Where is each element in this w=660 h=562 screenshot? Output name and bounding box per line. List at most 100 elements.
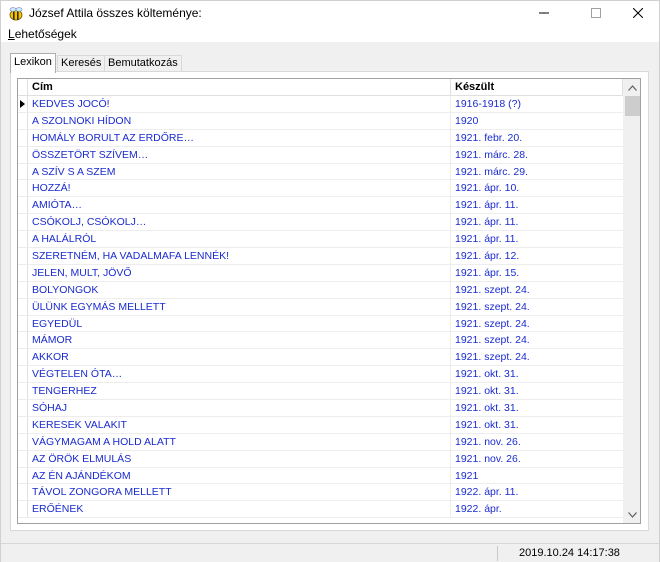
row-header[interactable] bbox=[18, 264, 28, 281]
table-row[interactable]: SÓHAJ 1921. okt. 31. bbox=[18, 400, 623, 417]
cell-date[interactable]: 1921. ápr. 12. bbox=[451, 248, 623, 264]
cell-title[interactable]: VÉGTELEN ÓTA… bbox=[28, 366, 451, 383]
cell-title[interactable]: ÜLÜNK EGYMÁS MELLETT bbox=[28, 298, 451, 315]
table-row[interactable]: AZ ÖRÖK ELMULÁS 1921. nov. 26. bbox=[18, 450, 623, 468]
table-row[interactable]: MÁMOR 1921. szept. 24. bbox=[18, 332, 623, 350]
table-row[interactable]: A SZOLNOKI HÍDON 1920 bbox=[18, 112, 623, 130]
cell-title[interactable]: HOZZÁ! bbox=[28, 180, 451, 197]
table-row[interactable]: BOLYONGOK 1921. szept. 24. bbox=[18, 281, 623, 299]
row-header[interactable] bbox=[18, 180, 28, 197]
cell-date[interactable]: 1921. okt. 31. bbox=[451, 400, 623, 416]
cell-date[interactable]: 1921. ápr. 11. bbox=[451, 214, 623, 230]
cell-date[interactable]: 1920 bbox=[451, 113, 623, 129]
scroll-up-button[interactable] bbox=[624, 79, 640, 96]
menu-lehetosegek[interactable]: Lehetőségek bbox=[8, 27, 77, 41]
cell-date[interactable]: 1921. nov. 26. bbox=[451, 434, 623, 450]
scroll-down-button[interactable] bbox=[624, 506, 640, 523]
cell-title[interactable]: JELEN, MULT, JÖVŐ bbox=[28, 264, 451, 281]
cell-date[interactable]: 1921. ápr. 11. bbox=[451, 231, 623, 247]
row-header[interactable] bbox=[18, 433, 28, 450]
tab-kereses[interactable]: Keresés bbox=[57, 55, 106, 72]
cell-date[interactable]: 1921. ápr. 15. bbox=[451, 265, 623, 281]
cell-title[interactable]: EGYEDÜL bbox=[28, 315, 451, 332]
row-header[interactable] bbox=[18, 450, 28, 467]
maximize-button[interactable] bbox=[573, 1, 619, 25]
cell-title[interactable]: KEDVES JOCÓ! bbox=[28, 96, 451, 112]
table-row[interactable]: HOZZÁ! 1921. ápr. 10. bbox=[18, 180, 623, 198]
cell-date[interactable]: 1921. szept. 24. bbox=[451, 316, 623, 332]
table-row[interactable]: ERŐÉNEK 1922. ápr. bbox=[18, 501, 623, 519]
row-header[interactable] bbox=[18, 484, 28, 501]
table-row[interactable]: AKKOR 1921. szept. 24. bbox=[18, 349, 623, 367]
cell-title[interactable]: BOLYONGOK bbox=[28, 281, 451, 298]
cell-date[interactable]: 1921. nov. 26. bbox=[451, 451, 623, 467]
cell-date[interactable]: 1921. szept. 24. bbox=[451, 299, 623, 315]
row-header[interactable] bbox=[18, 366, 28, 383]
cell-date[interactable]: 1921. szept. 24. bbox=[451, 332, 623, 348]
cell-title[interactable]: TENGERHEZ bbox=[28, 383, 451, 400]
column-header-date[interactable]: Készült bbox=[451, 79, 623, 96]
row-header[interactable] bbox=[18, 298, 28, 315]
cell-title[interactable]: A SZÍV S A SZEM bbox=[28, 163, 451, 180]
table-row[interactable]: KERESEK VALAKIT 1921. okt. 31. bbox=[18, 416, 623, 434]
cell-title[interactable]: TÁVOL ZONGORA MELLETT bbox=[28, 484, 451, 501]
cell-date[interactable]: 1916-1918 (?) bbox=[451, 96, 623, 112]
row-header[interactable] bbox=[18, 400, 28, 417]
cell-date[interactable]: 1922. ápr. bbox=[451, 501, 623, 517]
cell-date[interactable]: 1921. szept. 24. bbox=[451, 282, 623, 298]
row-header[interactable] bbox=[18, 231, 28, 248]
cell-title[interactable]: SZERETNÉM, HA VADALMAFA LENNÉK! bbox=[28, 248, 451, 265]
cell-date[interactable]: 1921. febr. 20. bbox=[451, 130, 623, 146]
table-row[interactable]: CSÓKOLJ, CSÓKOLJ… 1921. ápr. 11. bbox=[18, 214, 623, 232]
cell-date[interactable]: 1921. ápr. 11. bbox=[451, 197, 623, 213]
row-header[interactable] bbox=[18, 332, 28, 349]
cell-date[interactable]: 1922. ápr. 11. bbox=[451, 484, 623, 500]
cell-title[interactable]: SÓHAJ bbox=[28, 400, 451, 417]
cell-title[interactable]: AMIÓTA… bbox=[28, 197, 451, 214]
cell-date[interactable]: 1921 bbox=[451, 468, 623, 484]
cell-date[interactable]: 1921. okt. 31. bbox=[451, 383, 623, 399]
cell-title[interactable]: ÖSSZETÖRT SZÍVEM… bbox=[28, 146, 451, 163]
cell-title[interactable]: A HALÁLRÓL bbox=[28, 231, 451, 248]
table-row[interactable]: VÁGYMAGAM A HOLD ALATT 1921. nov. 26. bbox=[18, 433, 623, 451]
row-header[interactable] bbox=[18, 501, 28, 518]
table-row[interactable]: SZERETNÉM, HA VADALMAFA LENNÉK! 1921. ápr… bbox=[18, 248, 623, 265]
table-row[interactable]: JELEN, MULT, JÖVŐ 1921. ápr. 15. bbox=[18, 264, 623, 282]
table-row[interactable]: EGYEDÜL 1921. szept. 24. bbox=[18, 315, 623, 333]
row-header[interactable] bbox=[18, 315, 28, 332]
minimize-button[interactable] bbox=[521, 1, 567, 25]
row-header[interactable] bbox=[18, 163, 28, 180]
cell-date[interactable]: 1921. ápr. 10. bbox=[451, 180, 623, 196]
table-row[interactable]: TENGERHEZ 1921. okt. 31. bbox=[18, 383, 623, 401]
row-header[interactable] bbox=[18, 281, 28, 298]
cell-title[interactable]: AZ ÉN AJÁNDÉKOM bbox=[28, 467, 451, 484]
row-header[interactable] bbox=[18, 129, 28, 146]
table-row[interactable]: AZ ÉN AJÁNDÉKOM 1921 bbox=[18, 467, 623, 485]
cell-date[interactable]: 1921. okt. 31. bbox=[451, 417, 623, 433]
cell-title[interactable]: AKKOR bbox=[28, 349, 451, 366]
cell-title[interactable]: MÁMOR bbox=[28, 332, 451, 349]
row-header[interactable] bbox=[18, 349, 28, 366]
row-header[interactable] bbox=[18, 214, 28, 231]
table-row[interactable]: VÉGTELEN ÓTA… 1921. okt. 31. bbox=[18, 366, 623, 384]
table-row[interactable]: A SZÍV S A SZEM 1921. márc. 29. bbox=[18, 163, 623, 181]
cell-date[interactable]: 1921. szept. 24. bbox=[451, 349, 623, 365]
tab-lexikon[interactable]: Lexikon bbox=[10, 53, 56, 73]
cell-title[interactable]: KERESEK VALAKIT bbox=[28, 416, 451, 433]
row-header[interactable] bbox=[18, 248, 28, 265]
row-header[interactable] bbox=[18, 96, 28, 112]
cell-title[interactable]: ERŐÉNEK bbox=[28, 501, 451, 518]
row-header[interactable] bbox=[18, 146, 28, 163]
cell-title[interactable]: CSÓKOLJ, CSÓKOLJ… bbox=[28, 214, 451, 231]
cell-title[interactable]: AZ ÖRÖK ELMULÁS bbox=[28, 450, 451, 467]
table-row[interactable]: TÁVOL ZONGORA MELLETT 1922. ápr. 11. bbox=[18, 484, 623, 502]
vertical-scrollbar[interactable] bbox=[623, 79, 640, 523]
row-header[interactable] bbox=[18, 467, 28, 484]
table-row[interactable]: KEDVES JOCÓ! 1916-1918 (?) bbox=[18, 96, 623, 113]
table-row[interactable]: ÜLÜNK EGYMÁS MELLETT 1921. szept. 24. bbox=[18, 298, 623, 316]
row-header[interactable] bbox=[18, 416, 28, 433]
row-header[interactable] bbox=[18, 112, 28, 129]
table-row[interactable]: HOMÁLY BORULT AZ ERDŐRE… 1921. febr. 20. bbox=[18, 129, 623, 147]
cell-date[interactable]: 1921. márc. 29. bbox=[451, 164, 623, 180]
row-header[interactable] bbox=[18, 383, 28, 400]
